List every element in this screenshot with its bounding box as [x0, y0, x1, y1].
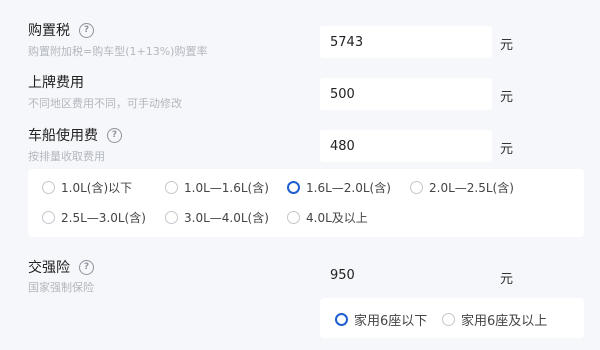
displacement-option[interactable]: 2.5L—3.0L(含)	[42, 209, 146, 226]
displacement-option[interactable]: 3.0L—4.0L(含)	[165, 209, 269, 226]
insurance-label-row: 交强险 ?	[28, 257, 94, 277]
plate-fee-unit: 元	[500, 90, 514, 105]
option-label: 3.0L—4.0L(含)	[184, 211, 269, 225]
insurance-label: 交强险	[28, 260, 70, 276]
displacement-option[interactable]: 1.6L—2.0L(含)	[287, 179, 391, 196]
radio-icon	[42, 181, 55, 194]
plate-fee-hint: 不同地区费用不同，可手动修改	[28, 97, 182, 110]
insurance-unit: 元	[500, 272, 514, 287]
help-icon[interactable]: ?	[79, 22, 94, 38]
vessel-tax-hint: 按排量收取费用	[28, 150, 105, 163]
radio-icon	[335, 313, 348, 326]
radio-icon	[165, 211, 178, 224]
plate-fee-label: 上牌费用	[28, 75, 84, 91]
purchase-tax-label-row: 购置税 ?	[28, 20, 94, 40]
radio-icon	[410, 181, 423, 194]
purchase-tax-label: 购置税	[28, 23, 70, 39]
option-label: 家用6座以下	[354, 314, 428, 329]
radio-icon	[442, 313, 455, 326]
option-label: 1.6L—2.0L(含)	[306, 181, 391, 195]
option-label: 2.0L—2.5L(含)	[429, 181, 514, 195]
displacement-option[interactable]: 4.0L及以上	[287, 209, 368, 226]
seat-options: 家用6座以下 家用6座及以上	[320, 298, 584, 338]
option-label: 1.0L—1.6L(含)	[184, 181, 269, 195]
insurance-hint: 国家强制保险	[28, 281, 94, 294]
radio-icon	[287, 181, 300, 194]
insurance-value: 950	[330, 267, 355, 283]
option-label: 1.0L(含)以下	[61, 181, 133, 195]
purchase-tax-input[interactable]: 5743	[320, 26, 492, 58]
help-icon[interactable]: ?	[79, 259, 94, 275]
option-label: 家用6座及以上	[461, 314, 548, 329]
vessel-tax-input[interactable]: 480	[320, 130, 492, 162]
vessel-tax-label-row: 车船使用费 ?	[28, 125, 122, 145]
displacement-option[interactable]: 1.0L—1.6L(含)	[165, 179, 269, 196]
option-label: 4.0L及以上	[306, 211, 368, 225]
purchase-tax-hint: 购置附加税=购车型(1+13%)购置率	[28, 45, 208, 58]
displacement-options: 1.0L(含)以下 1.0L—1.6L(含) 1.6L—2.0L(含) 2.0L…	[28, 169, 584, 237]
vessel-tax-label: 车船使用费	[28, 128, 98, 144]
vessel-tax-unit: 元	[500, 142, 514, 157]
option-label: 2.5L—3.0L(含)	[61, 211, 146, 225]
radio-icon	[287, 211, 300, 224]
help-icon[interactable]: ?	[107, 127, 122, 143]
plate-fee-label-row: 上牌费用	[28, 72, 84, 92]
seat-option[interactable]: 家用6座以下	[335, 310, 427, 329]
displacement-option[interactable]: 2.0L—2.5L(含)	[410, 179, 514, 196]
radio-icon	[165, 181, 178, 194]
radio-icon	[42, 211, 55, 224]
seat-option[interactable]: 家用6座及以上	[442, 310, 547, 329]
purchase-tax-unit: 元	[500, 38, 514, 53]
plate-fee-input[interactable]: 500	[320, 78, 492, 110]
displacement-option[interactable]: 1.0L(含)以下	[42, 179, 132, 196]
